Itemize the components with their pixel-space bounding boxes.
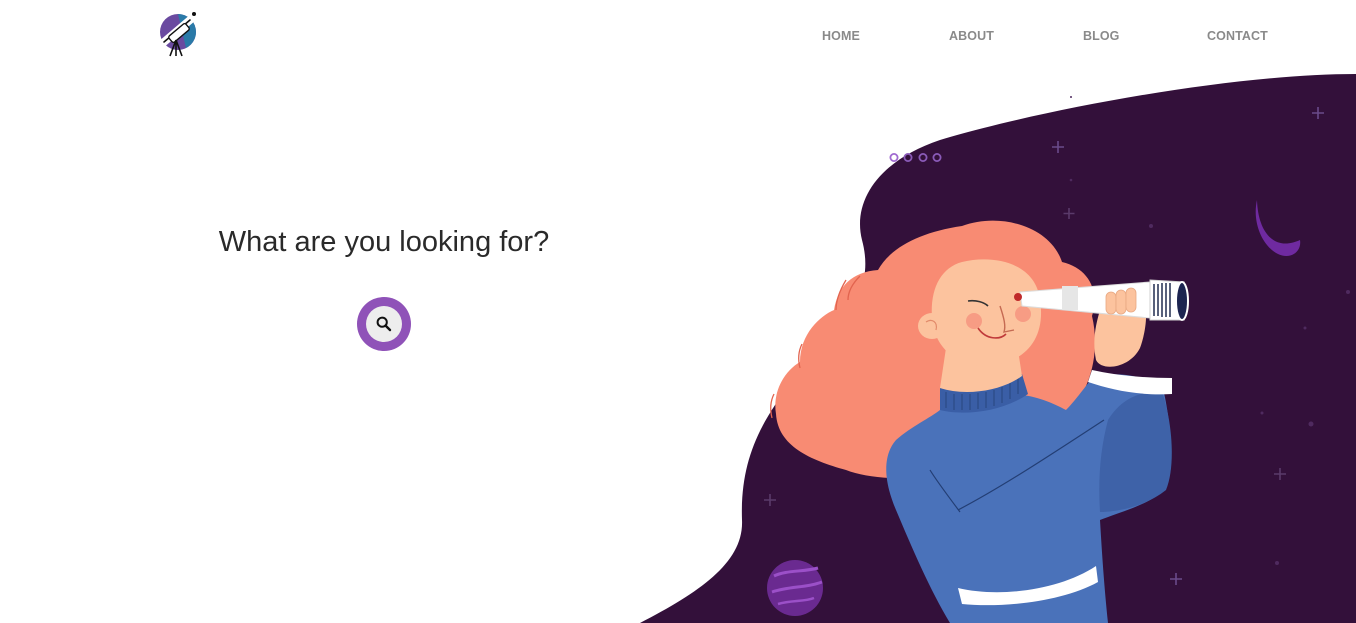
nav-about[interactable]: ABOUT [949,29,994,43]
search-button[interactable] [357,297,411,351]
slider-dot[interactable] [889,152,899,162]
search-icon [376,316,392,332]
hero-heading: What are you looking for? [218,226,550,258]
search-button-inner [366,306,402,342]
navbar: HOME ABOUT BLOG CONTACT [0,0,1356,74]
woman-with-telescope-illustration [640,74,1356,623]
planet [767,560,823,616]
nav-blog[interactable]: BLOG [1083,29,1120,43]
nav-menu: HOME ABOUT BLOG CONTACT [0,29,1356,45]
nav-home[interactable]: HOME [822,29,860,43]
fingers [1105,287,1137,315]
nav-contact[interactable]: CONTACT [1207,29,1268,43]
landing-page: HOME ABOUT BLOG CONTACT What are you loo… [0,0,1356,623]
